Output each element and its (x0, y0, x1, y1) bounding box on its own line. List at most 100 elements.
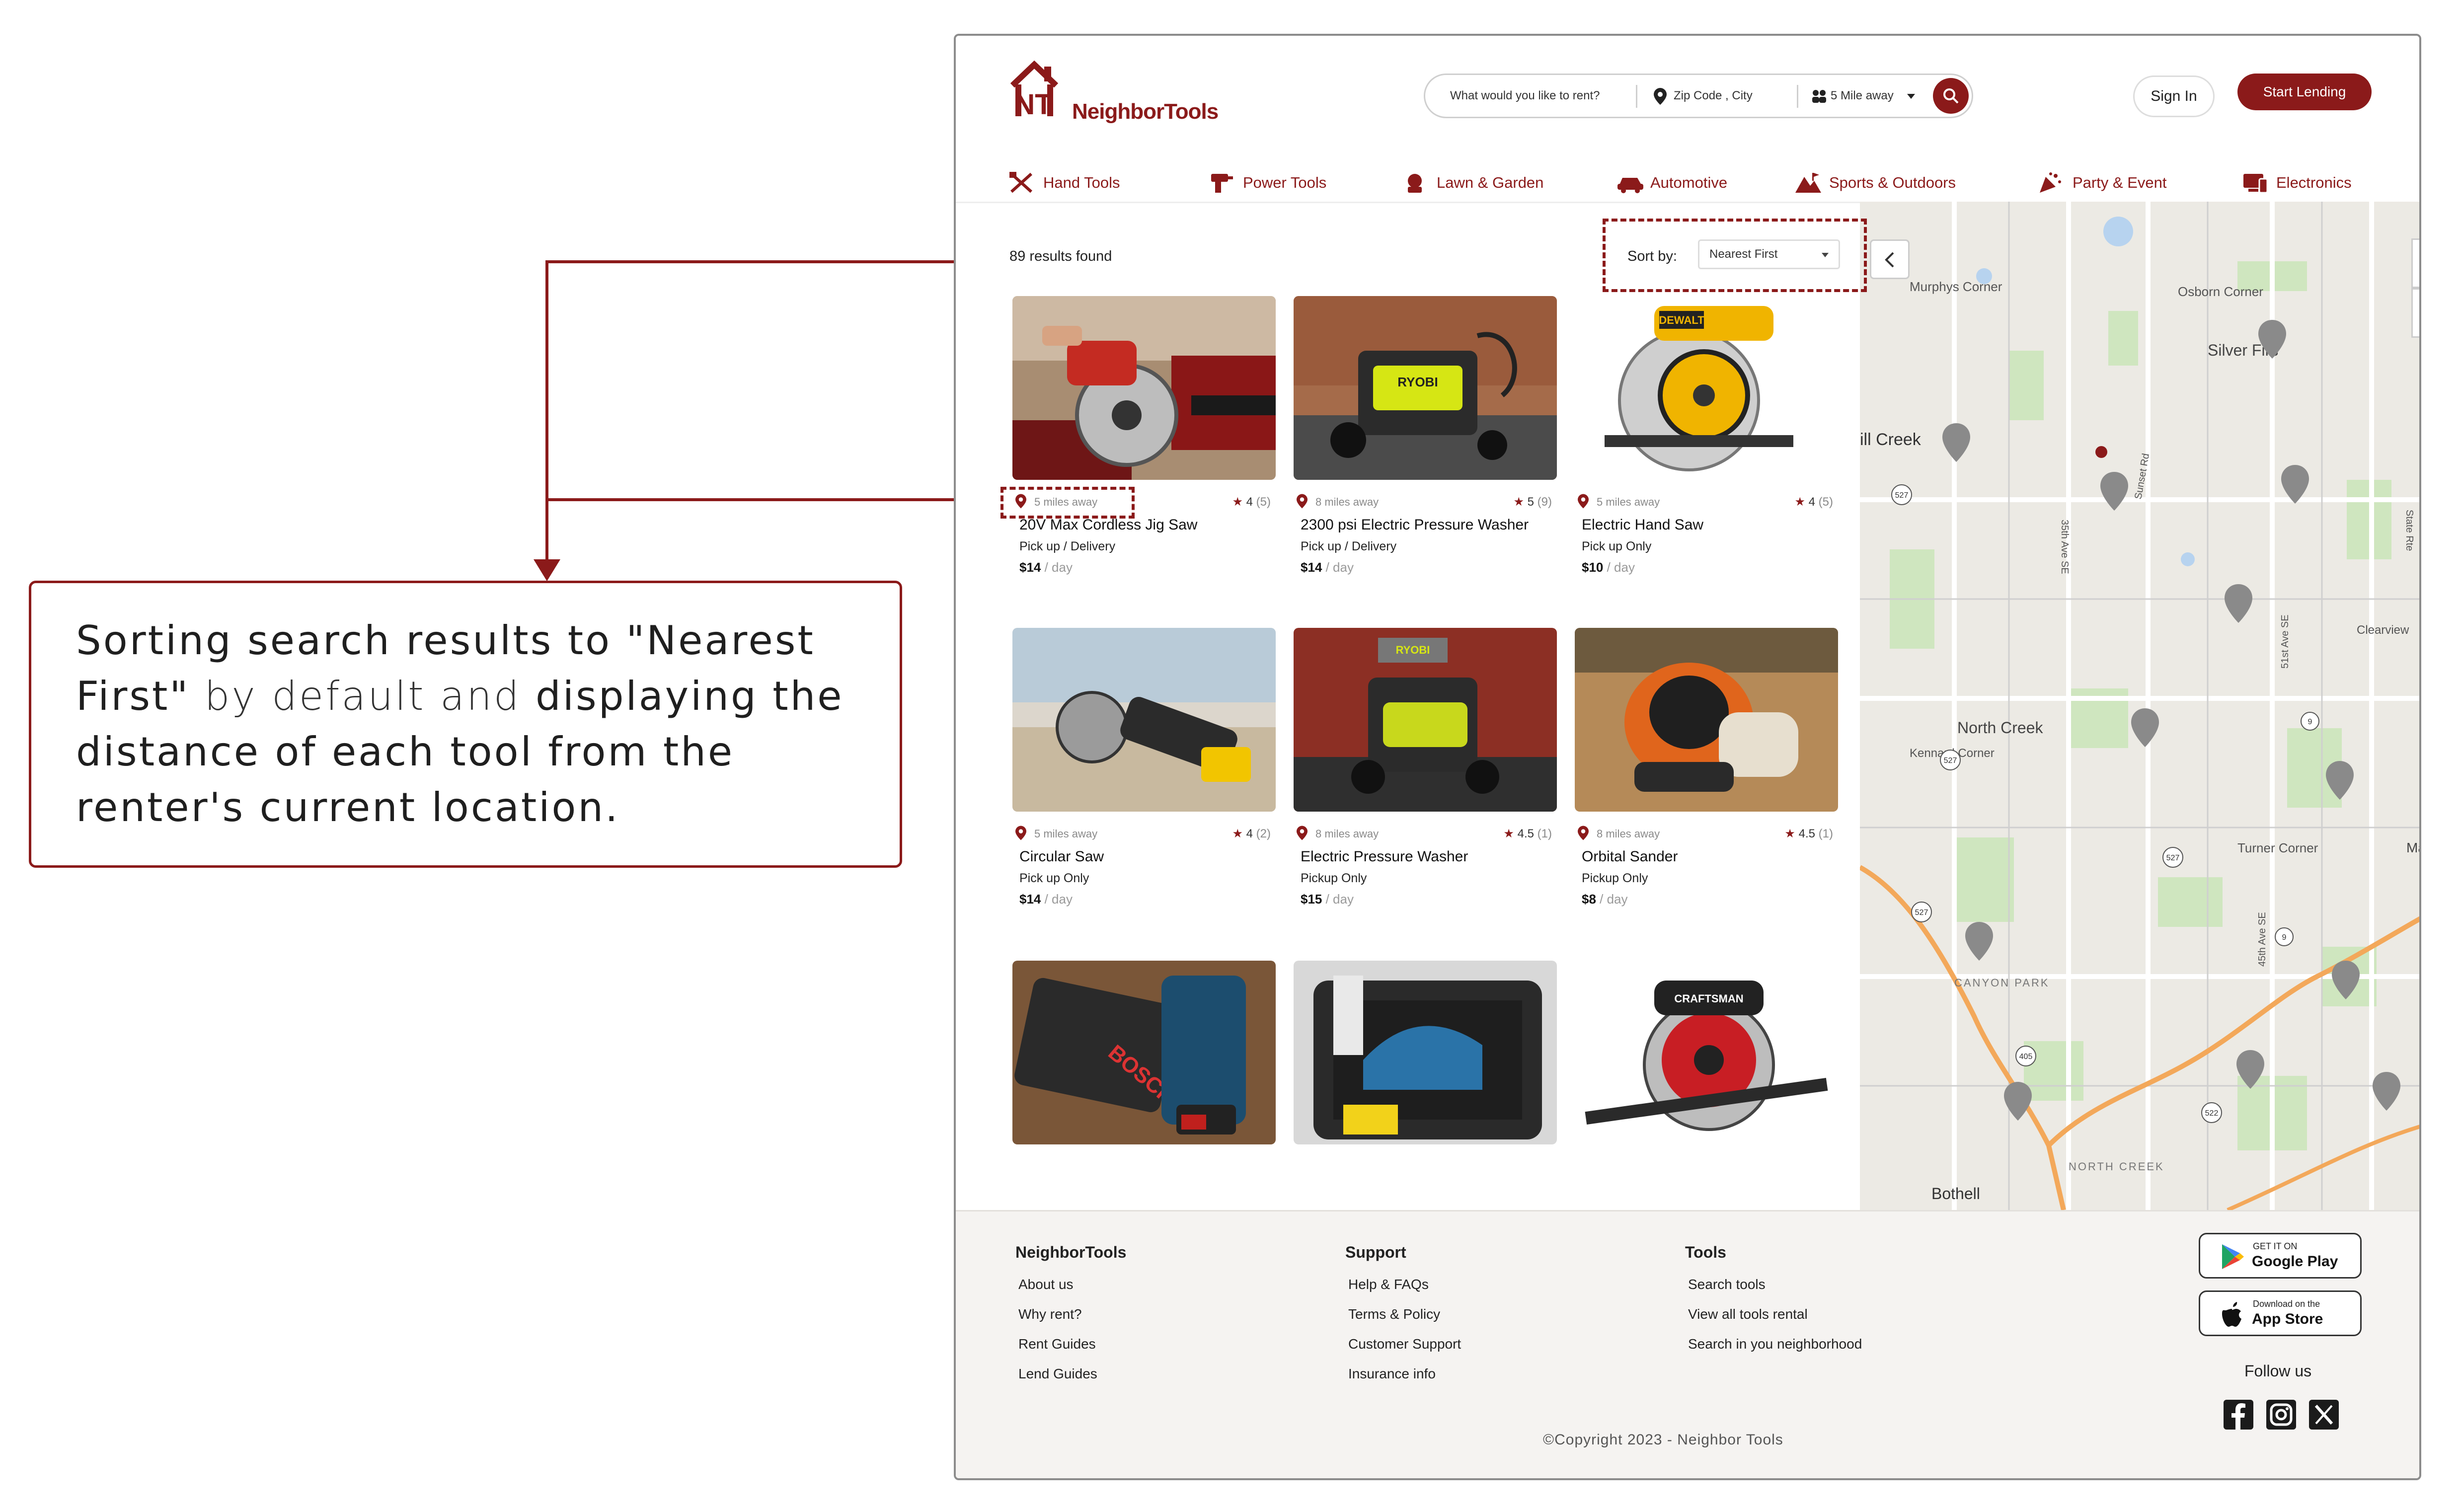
nav-label: Electronics (2276, 174, 2352, 191)
location-pin-icon (1578, 494, 1589, 509)
listing-title[interactable]: Circular Saw (1019, 848, 1276, 865)
product-image[interactable]: RYOBI (1294, 296, 1557, 480)
map-marker-icon[interactable] (2100, 472, 2128, 511)
nav-label: Hand Tools (1043, 174, 1120, 191)
zoom-in-button[interactable]: + (2411, 238, 2419, 288)
zoom-out-button[interactable]: − (2411, 288, 2419, 338)
listing-card[interactable]: 5 miles away ★ 4 (5) 20V Max Cordless Ji… (1012, 296, 1276, 575)
product-image[interactable] (1012, 296, 1276, 480)
pickup-option: Pickup Only (1582, 871, 1648, 885)
circular-saw-photo (1012, 628, 1276, 812)
footer-link[interactable]: Search in you neighborhood (1688, 1336, 1862, 1352)
map[interactable]: Murphys Corner Osborn Corner Silver Firs… (1860, 202, 2421, 1210)
annotation-emphasis: First" (76, 673, 190, 719)
listing-card[interactable]: BOSCH (1012, 961, 1276, 1144)
map-label: ill Creek (1860, 430, 1922, 449)
collapse-map-button[interactable] (1870, 239, 1910, 279)
footer-link[interactable]: Terms & Policy (1348, 1306, 1461, 1322)
lawn-garden-icon (1408, 174, 1422, 193)
listing-title[interactable]: Electric Pressure Washer (1301, 848, 1557, 865)
footer-link[interactable]: Search tools (1688, 1277, 1862, 1292)
start-lending-button[interactable]: Start Lending (2237, 74, 2372, 110)
search-query-input[interactable]: What would you like to rent? (1450, 75, 1600, 117)
listing-card[interactable]: RYOBI 8 miles away ★ 4.5 (1) Electric Pr… (1294, 628, 1557, 907)
product-image[interactable]: DEWALT (1575, 296, 1838, 480)
footer-link[interactable]: Help & FAQs (1348, 1277, 1461, 1292)
product-image[interactable]: BOSCH (1012, 961, 1276, 1144)
product-brand-text: CRAFTSMAN (1674, 992, 1743, 1005)
listing-card[interactable]: DEWALT 5 miles away ★ 4 (5) Electric Han… (1575, 296, 1838, 575)
footer-link[interactable]: Why rent? (1018, 1306, 1126, 1322)
rating-value: 4 (1246, 827, 1253, 840)
instagram-icon[interactable] (2266, 1400, 2296, 1430)
search-bar: What would you like to rent? Zip Code , … (1424, 74, 1973, 118)
rating-value: 4.5 (1798, 827, 1815, 840)
follow-us-label: Follow us (2244, 1362, 2312, 1380)
route-shield: 527 (1915, 908, 1928, 917)
map-label: Bothell (1931, 1185, 1980, 1203)
listing-meta: 8 miles away ★ 4.5 (1) (1575, 826, 1838, 846)
map-label: Turner Corner (2237, 840, 2318, 855)
map-marker-icon[interactable] (2004, 1082, 2032, 1121)
map-label: Ma (2406, 840, 2421, 855)
product-image[interactable] (1575, 628, 1838, 812)
craftsman-saw-photo: CRAFTSMAN (1575, 961, 1838, 1144)
radius-select[interactable]: 5 Mile away (1831, 75, 1894, 117)
party-icon (2040, 172, 2061, 193)
search-button[interactable] (1933, 78, 1969, 114)
google-play-badge[interactable]: GET IT ON Google Play (2199, 1233, 2362, 1279)
logo-house-icon[interactable]: NT (1009, 58, 1071, 119)
current-location-dot (2095, 446, 2107, 458)
bosch-drill-photo: BOSCH (1012, 961, 1276, 1144)
nav-label: Party & Event (2073, 174, 2167, 191)
listing-card[interactable]: CRAFTSMAN (1575, 961, 1838, 1144)
product-image[interactable]: CRAFTSMAN (1575, 961, 1838, 1144)
price: $10 / day (1582, 560, 1838, 575)
review-count: (1) (1537, 827, 1552, 840)
annotation-line-2: First" by default and displaying the (76, 669, 851, 724)
sign-in-button[interactable]: Sign In (2133, 76, 2215, 117)
map-label: Osborn Corner (2178, 284, 2263, 299)
footer-link[interactable]: About us (1018, 1277, 1126, 1292)
review-count: (5) (1818, 495, 1833, 509)
footer-link[interactable]: Lend Guides (1018, 1366, 1126, 1382)
listing-title[interactable]: Electric Hand Saw (1582, 517, 1838, 533)
footer-link[interactable]: Rent Guides (1018, 1336, 1126, 1352)
listing-card[interactable] (1294, 961, 1557, 1144)
product-image[interactable] (1294, 961, 1557, 1144)
map-marker-icon[interactable] (2131, 708, 2159, 747)
product-image[interactable] (1012, 628, 1276, 812)
annotation-line-4: renter's current location. (76, 784, 620, 831)
footer-link[interactable]: View all tools rental (1688, 1306, 1862, 1322)
listing-card[interactable]: 8 miles away ★ 4.5 (1) Orbital Sander Pi… (1575, 628, 1838, 907)
price-value: $15 (1301, 892, 1322, 907)
pickup-option: Pick up Only (1019, 871, 1089, 885)
facebook-icon[interactable] (2224, 1400, 2253, 1430)
footer-link[interactable]: Insurance info (1348, 1366, 1461, 1382)
header: NT NeighborTools What would you like to … (956, 36, 2419, 157)
annotation-callout: Sorting search results to "Nearest First… (29, 581, 902, 868)
review-count: (9) (1537, 495, 1552, 509)
app-store-badge[interactable]: Download on the App Store (2199, 1290, 2362, 1336)
listing-title[interactable]: Orbital Sander (1582, 848, 1838, 865)
product-image[interactable]: RYOBI (1294, 628, 1557, 812)
logo-wordmark[interactable]: NeighborTools (1072, 99, 1219, 124)
price: $8 / day (1582, 892, 1838, 907)
map-marker-icon[interactable] (2225, 584, 2252, 623)
footer-link[interactable]: Customer Support (1348, 1336, 1461, 1352)
listing-title[interactable]: 2300 psi Electric Pressure Washer (1301, 517, 1557, 533)
annotation-line-3: distance of each tool from the (76, 729, 735, 775)
price-unit: / day (1596, 892, 1628, 907)
route-shield: 522 (2205, 1109, 2219, 1118)
footer-heading: Support (1345, 1243, 1406, 1261)
listing-title[interactable]: 20V Max Cordless Jig Saw (1019, 517, 1276, 533)
map-marker-icon[interactable] (1965, 922, 1993, 961)
map-marker-icon[interactable] (2373, 1072, 2400, 1111)
map-road-label: State Rte (2404, 510, 2415, 551)
listing-card[interactable]: RYOBI 8 miles away ★ 5 (9) 2300 psi Elec… (1294, 296, 1557, 575)
map-marker-icon[interactable] (1942, 423, 1970, 462)
location-input[interactable]: Zip Code , City (1674, 75, 1753, 117)
listing-card[interactable]: 5 miles away ★ 4 (2) Circular Saw Pick u… (1012, 628, 1276, 907)
price-unit: / day (1322, 892, 1354, 907)
x-icon[interactable] (2309, 1400, 2339, 1430)
